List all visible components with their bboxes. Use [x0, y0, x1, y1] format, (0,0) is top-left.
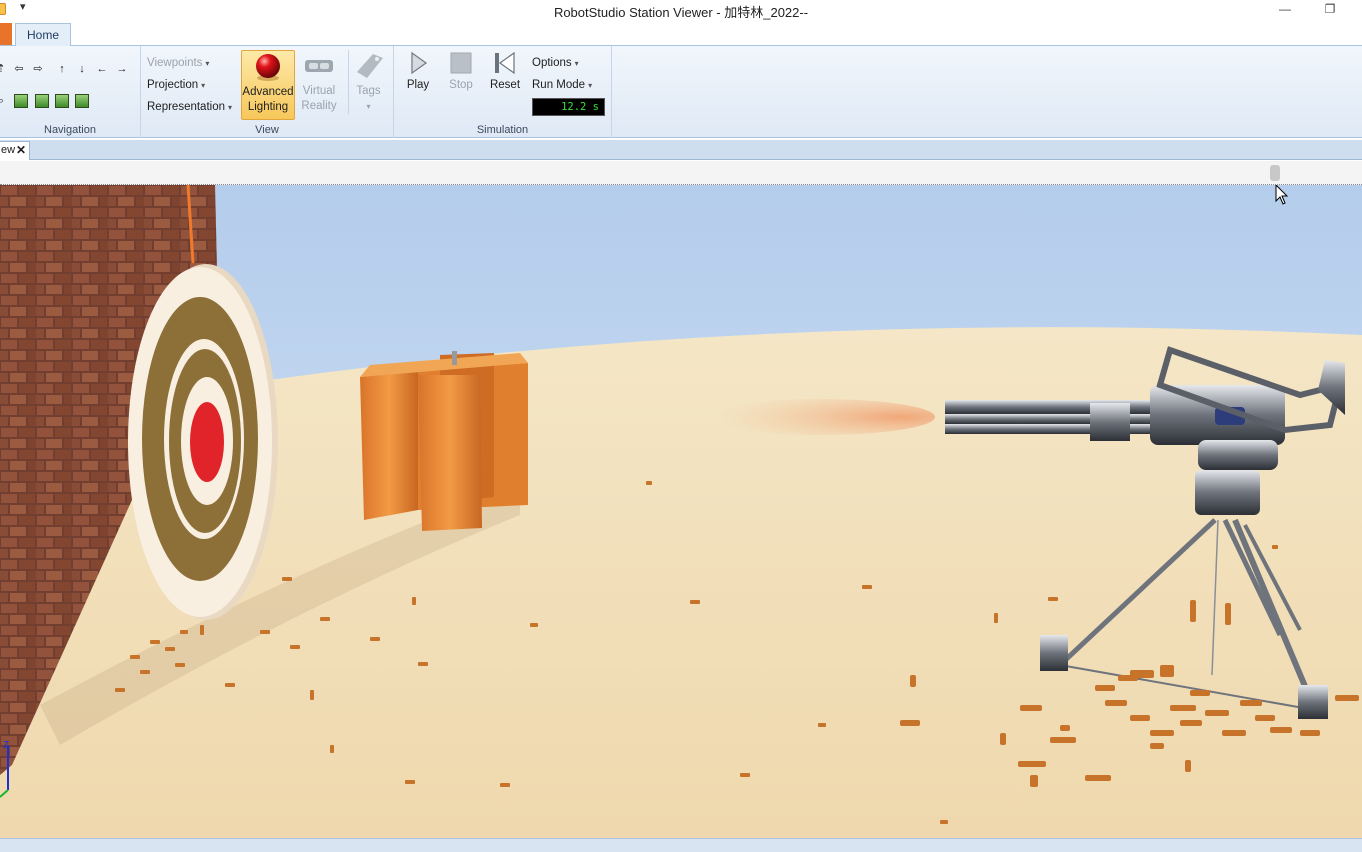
minimize-button[interactable]: — [1275, 2, 1295, 20]
tag-icon [353, 50, 385, 82]
arrow-right-icon[interactable]: → [115, 62, 129, 76]
virtual-reality-button[interactable]: Virtual Reality [297, 50, 341, 114]
muzzle-flash [705, 399, 935, 435]
pan-right-icon[interactable]: ⇨ [31, 62, 45, 76]
window-title: RobotStudio Station Viewer - 加特林_2022-- [553, 5, 809, 20]
virtual-reality-label-2: Reality [301, 100, 337, 112]
wooden-cross-block [360, 351, 528, 531]
chevron-down-icon: ▾ [205, 59, 210, 68]
play-button[interactable]: Play [402, 50, 434, 93]
tab-home[interactable]: Home [15, 23, 71, 47]
file-tab[interactable] [0, 23, 12, 45]
3d-viewport[interactable]: Z [0, 185, 1362, 838]
orbit-icon[interactable]: ⇡ [0, 62, 8, 76]
home-view-icon[interactable] [55, 94, 69, 108]
pan-left-icon[interactable]: ⇦ [12, 62, 26, 76]
arrow-up-icon[interactable]: ↑ [55, 62, 69, 76]
viewpoints-menu[interactable]: Viewpoints ▾ [147, 57, 209, 69]
view-top-icon[interactable] [35, 94, 49, 108]
stop-label: Stop [449, 79, 473, 91]
status-bar [0, 838, 1362, 852]
reset-label: Reset [489, 79, 521, 91]
run-mode-menu[interactable]: Run Mode ▾ [532, 79, 592, 91]
arrow-left-icon[interactable]: ← [95, 62, 109, 76]
tags-button[interactable]: Tags ▾ [348, 50, 388, 114]
view-group-label: View [255, 124, 279, 136]
stop-button[interactable]: Stop [446, 50, 476, 93]
ribbon: ⇡ ⇦ ⇨ ↑ ↓ ← → ⌕ Navigation Viewpoints ▾ P… [0, 46, 1362, 138]
advanced-lighting-label-1: Advanced [242, 86, 294, 98]
splitter-handle[interactable] [1270, 165, 1280, 181]
chevron-down-icon: ▾ [228, 103, 233, 112]
chevron-down-icon: ▾ [574, 59, 579, 68]
title-bar: ▾ RobotStudio Station Viewer - 加特林_2022-… [0, 0, 1362, 22]
document-tab-label: ew [1, 144, 16, 156]
simulation-timer: 12.2 s [532, 98, 605, 116]
ribbon-tab-row: Home [0, 22, 1362, 47]
tags-label: Tags [356, 85, 381, 97]
arrow-down-icon[interactable]: ↓ [75, 62, 89, 76]
representation-menu[interactable]: Representation ▾ [147, 101, 232, 113]
view-side-icon[interactable] [75, 94, 89, 108]
restore-button[interactable]: ❐ [1320, 2, 1340, 20]
document-tab-bar: ew ✕ [0, 140, 1362, 160]
advanced-lighting-icon [252, 51, 284, 83]
view-cube-icon[interactable] [14, 94, 28, 108]
simulation-group-label: Simulation [476, 124, 529, 136]
navigation-group-label: Navigation [44, 124, 96, 136]
document-tab[interactable]: ew ✕ [0, 141, 30, 160]
stop-icon [449, 50, 473, 76]
navigation-group: ⇡ ⇦ ⇨ ↑ ↓ ← → ⌕ Navigation [0, 46, 141, 138]
reset-icon [492, 50, 518, 76]
options-menu[interactable]: Options ▾ [532, 57, 579, 69]
advanced-lighting-button[interactable]: Advanced Lighting [241, 50, 295, 120]
play-label: Play [406, 79, 430, 91]
virtual-reality-label-1: Virtual [302, 85, 336, 97]
vr-headset-icon [303, 50, 335, 82]
chevron-down-icon: ▾ [588, 81, 593, 90]
chevron-down-icon: ▾ [366, 102, 371, 111]
zoom-icon[interactable]: ⌕ [0, 94, 8, 108]
reset-button[interactable]: Reset [488, 50, 522, 93]
play-icon [406, 50, 430, 76]
advanced-lighting-label-2: Lighting [247, 101, 289, 113]
viewport-toolbar-strip [0, 161, 1362, 185]
projection-menu[interactable]: Projection ▾ [147, 79, 205, 91]
close-icon[interactable]: ✕ [16, 142, 26, 159]
chevron-down-icon: ▾ [201, 81, 206, 90]
svg-text:Z: Z [3, 740, 9, 751]
